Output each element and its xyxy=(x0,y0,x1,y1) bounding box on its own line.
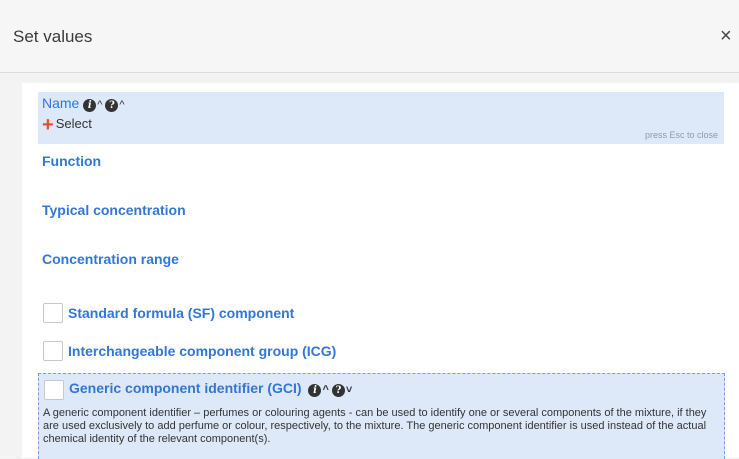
select-label: Select xyxy=(55,116,92,131)
name-label-text: Name xyxy=(42,95,80,111)
function-field[interactable]: Function xyxy=(42,153,101,169)
info-icon[interactable]: i xyxy=(83,99,97,112)
concentration-range-field[interactable]: Concentration range xyxy=(42,251,179,267)
name-field-row: Name i ^? ^ + Select press Esc to close xyxy=(38,92,724,144)
help-icon[interactable]: ? xyxy=(105,99,119,112)
close-icon[interactable]: × xyxy=(720,26,732,46)
gci-row: Generic component identifier (GCI) i ^? ˅ … xyxy=(38,373,725,459)
typical-concentration-field[interactable]: Typical concentration xyxy=(42,202,186,218)
icg-checkbox[interactable] xyxy=(43,341,63,361)
info-icon[interactable]: i xyxy=(308,384,322,397)
sf-component-checkbox[interactable] xyxy=(43,303,63,323)
plus-icon: + xyxy=(42,114,54,136)
help-icon[interactable]: ? xyxy=(331,384,345,397)
dialog-header: Set values × xyxy=(0,0,739,73)
esc-hint: press Esc to close xyxy=(644,130,718,140)
set-values-dialog: Set values × Name i ^? ^ + Select press Esc… xyxy=(0,0,739,459)
name-field-label: Name i ^? ^ xyxy=(42,95,128,112)
gci-label-text: Generic component identifier (GCI) xyxy=(69,380,302,396)
sf-component-label: Standard formula (SF) component xyxy=(68,305,295,321)
caret-up-icon[interactable]: ^ xyxy=(97,99,102,111)
caret-down-icon[interactable]: ˅ xyxy=(346,384,352,396)
gci-label: Generic component identifier (GCI) i ^? ˅ xyxy=(69,380,355,397)
gci-description: A generic component identifier – perfume… xyxy=(43,407,707,445)
caret-up-icon[interactable]: ^ xyxy=(322,384,328,396)
caret-up-icon[interactable]: ^ xyxy=(119,99,124,111)
dialog-content: Name i ^? ^ + Select press Esc to close Fun… xyxy=(22,83,739,459)
icg-label: Interchangeable component group (ICG) xyxy=(68,343,337,359)
dialog-title: Set values xyxy=(13,27,93,46)
gci-checkbox[interactable] xyxy=(44,380,64,400)
select-button[interactable]: + Select xyxy=(42,114,92,136)
